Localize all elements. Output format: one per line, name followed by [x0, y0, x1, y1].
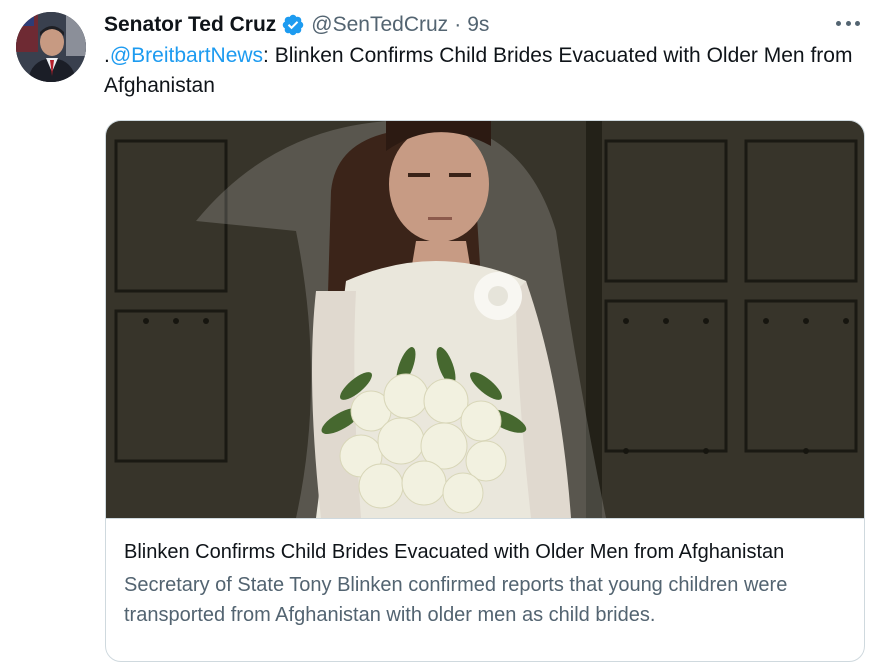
card-image[interactable]	[106, 121, 864, 518]
mention-link[interactable]: @BreitbartNews	[110, 44, 263, 67]
more-options-icon[interactable]	[836, 14, 860, 32]
more-dot	[855, 20, 860, 26]
tweet-header: Senator Ted Cruz @SenTedCruz · 9s	[104, 9, 862, 41]
author-handle[interactable]: @SenTedCruz	[311, 13, 448, 37]
more-dot	[836, 20, 841, 26]
separator-dot: ·	[454, 13, 462, 36]
more-dot	[845, 20, 851, 26]
card-description: Secretary of State Tony Blinken confirme…	[124, 574, 788, 626]
tweet-text: .@BreitbartNews: Blinken Confirms Child …	[104, 41, 864, 101]
verified-badge-icon	[283, 14, 304, 36]
link-card[interactable]: Blinken Confirms Child Brides Evacuated …	[105, 120, 865, 662]
author-name[interactable]: Senator Ted Cruz	[104, 13, 276, 37]
avatar[interactable]	[16, 12, 86, 82]
tweet-timestamp[interactable]: 9s	[467, 13, 489, 37]
card-title[interactable]: Blinken Confirms Child Brides Evacuated …	[124, 539, 848, 565]
card-body[interactable]: Blinken Confirms Child Brides Evacuated …	[106, 518, 864, 661]
